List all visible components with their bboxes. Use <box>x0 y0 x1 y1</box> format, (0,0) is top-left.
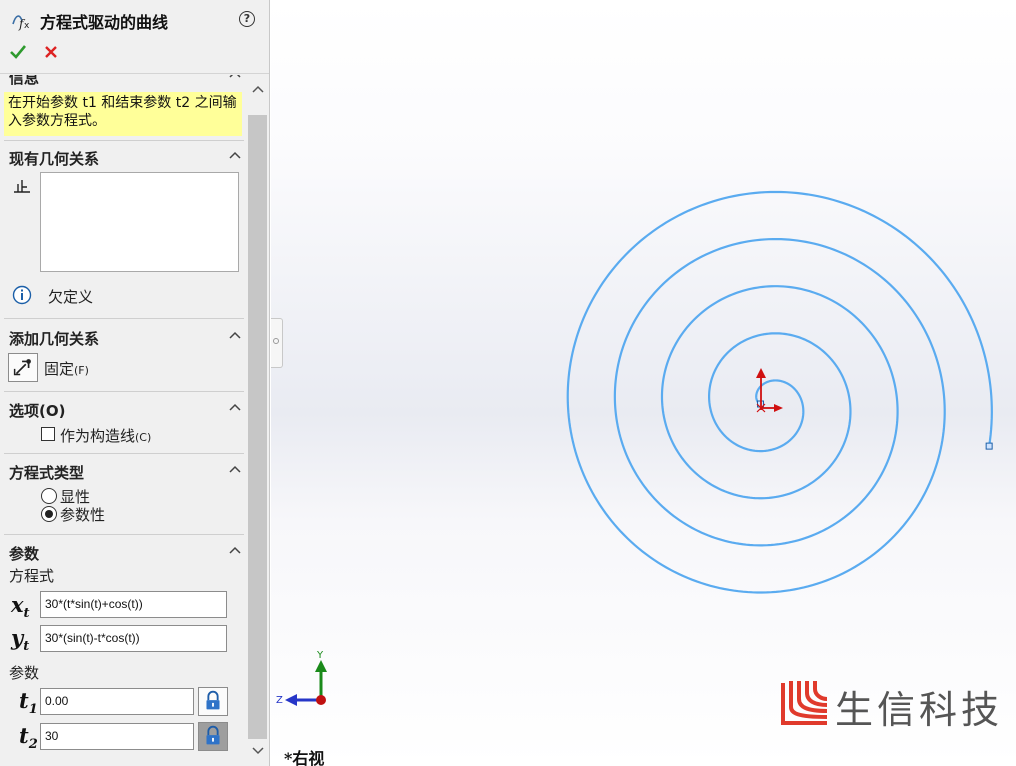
t2-symbol-main: t <box>19 723 29 748</box>
watermark: 生信科技 <box>779 677 1016 732</box>
panel-title: 方程式驱动的曲线 <box>40 13 169 32</box>
chevron-up-icon[interactable] <box>228 545 242 555</box>
xt-symbol-sub: t <box>23 606 30 622</box>
section-info-header[interactable]: 信息 <box>0 75 246 89</box>
scroll-up-arrow-icon[interactable] <box>246 79 269 99</box>
chevron-up-icon[interactable] <box>228 75 242 79</box>
section-equation-type-title: 方程式类型 <box>9 464 85 482</box>
construction-label-text: 作为构造线 <box>60 427 136 445</box>
fix-relation-button[interactable] <box>8 353 38 382</box>
panel-scrollbar[interactable] <box>246 75 269 766</box>
view-name-label: *右视 <box>284 749 325 766</box>
panel-scroll-area: 信息 在开始参数 t1 和结束参数 t2 之间输入参数方程式。 现有几何关系 欠… <box>0 75 246 766</box>
chevron-up-icon[interactable] <box>228 402 242 412</box>
fix-relation-label: 固定(F) <box>44 358 89 379</box>
info-message: 在开始参数 t1 和结束参数 t2 之间输入参数方程式。 <box>4 92 242 136</box>
t1-lock-button[interactable] <box>198 687 228 716</box>
section-parameters-header[interactable]: 参数 <box>0 539 246 565</box>
parametric-label: 参数性 <box>60 506 106 524</box>
fix-label-text: 固定 <box>44 360 75 378</box>
relation-icon <box>14 180 30 193</box>
section-add-relations-title: 添加几何关系 <box>9 330 100 348</box>
section-add-relations-header[interactable]: 添加几何关系 <box>0 324 246 350</box>
fix-shortcut: (F) <box>74 364 89 377</box>
construction-geometry-checkbox[interactable] <box>41 427 55 441</box>
chevron-up-icon[interactable] <box>228 464 242 474</box>
construction-shortcut: (C) <box>135 431 152 444</box>
existing-relations-list[interactable] <box>40 172 239 272</box>
lock-icon <box>206 725 220 745</box>
scroll-down-arrow-icon[interactable] <box>246 741 269 761</box>
t1-start-input[interactable]: 0.00 <box>40 688 194 715</box>
divider <box>4 140 244 141</box>
parametric-radio[interactable] <box>41 506 57 522</box>
xt-symbol-main: x <box>11 592 24 617</box>
triad-z-label: Z <box>276 695 283 706</box>
triad-y-label: Y <box>316 650 324 661</box>
t2-lock-button[interactable] <box>198 722 228 751</box>
logo-icon <box>781 681 828 725</box>
t2-symbol: t2 <box>19 723 38 752</box>
section-existing-relations-title: 现有几何关系 <box>9 150 100 168</box>
section-options-title: 选项(O) <box>9 402 66 420</box>
explicit-radio[interactable] <box>41 488 57 504</box>
curve-end-point[interactable] <box>985 442 993 450</box>
divider <box>4 318 244 319</box>
x-icon[interactable] <box>42 43 60 61</box>
section-equation-type-header[interactable]: 方程式类型 <box>0 458 246 484</box>
divider <box>4 391 244 392</box>
svg-text:x: x <box>24 21 30 31</box>
construction-geometry-label: 作为构造线(C) <box>60 425 151 446</box>
anchor-icon <box>13 359 31 376</box>
xt-symbol: xt <box>11 592 30 621</box>
xt-equation-input[interactable]: 30*(t*sin(t)+cos(t)) <box>40 591 227 618</box>
t1-symbol-sub: 1 <box>28 702 38 718</box>
equation-driven-spiral-curve[interactable] <box>566 190 993 594</box>
panel-header: f x 方程式驱动的曲线 ? <box>0 0 269 74</box>
t1-symbol-main: t <box>19 688 29 713</box>
section-options-header[interactable]: 选项(O) <box>0 396 246 422</box>
graphics-area[interactable]: Y Z *右视 生信科技 <box>271 0 1016 766</box>
view-triad[interactable]: Y Z <box>275 646 335 710</box>
divider <box>4 534 244 535</box>
yt-symbol: yt <box>11 625 29 654</box>
section-parameters-title: 参数 <box>9 545 40 563</box>
yt-equation-input[interactable]: 30*(sin(t)-t*cos(t)) <box>40 625 227 652</box>
equation-label: 方程式 <box>9 567 55 585</box>
sketch-canvas <box>566 190 993 594</box>
divider <box>4 453 244 454</box>
section-existing-relations-header[interactable]: 现有几何关系 <box>0 144 246 170</box>
scroll-thumb[interactable] <box>248 115 267 739</box>
t2-end-input[interactable]: 30 <box>40 723 194 750</box>
yt-symbol-sub: t <box>23 639 30 655</box>
chevron-up-icon[interactable] <box>228 330 242 340</box>
parameter-label: 参数 <box>9 664 40 682</box>
info-icon <box>12 285 32 305</box>
t2-symbol-sub: 2 <box>28 737 38 753</box>
under-defined-status: 欠定义 <box>48 288 94 306</box>
yt-symbol-main: y <box>11 625 24 650</box>
watermark-text: 生信科技 <box>835 688 1004 732</box>
equation-curve-icon: f x <box>12 15 30 31</box>
section-info-title: 信息 <box>9 75 40 87</box>
checkmark-icon[interactable] <box>9 43 27 61</box>
help-icon[interactable]: ? <box>239 11 255 27</box>
chevron-up-icon[interactable] <box>228 150 242 160</box>
t1-symbol: t1 <box>19 688 38 717</box>
lock-icon <box>206 690 220 710</box>
property-manager: f x 方程式驱动的曲线 ? 信息 在开始参数 t1 和结束参数 t2 之间输入… <box>0 0 270 766</box>
